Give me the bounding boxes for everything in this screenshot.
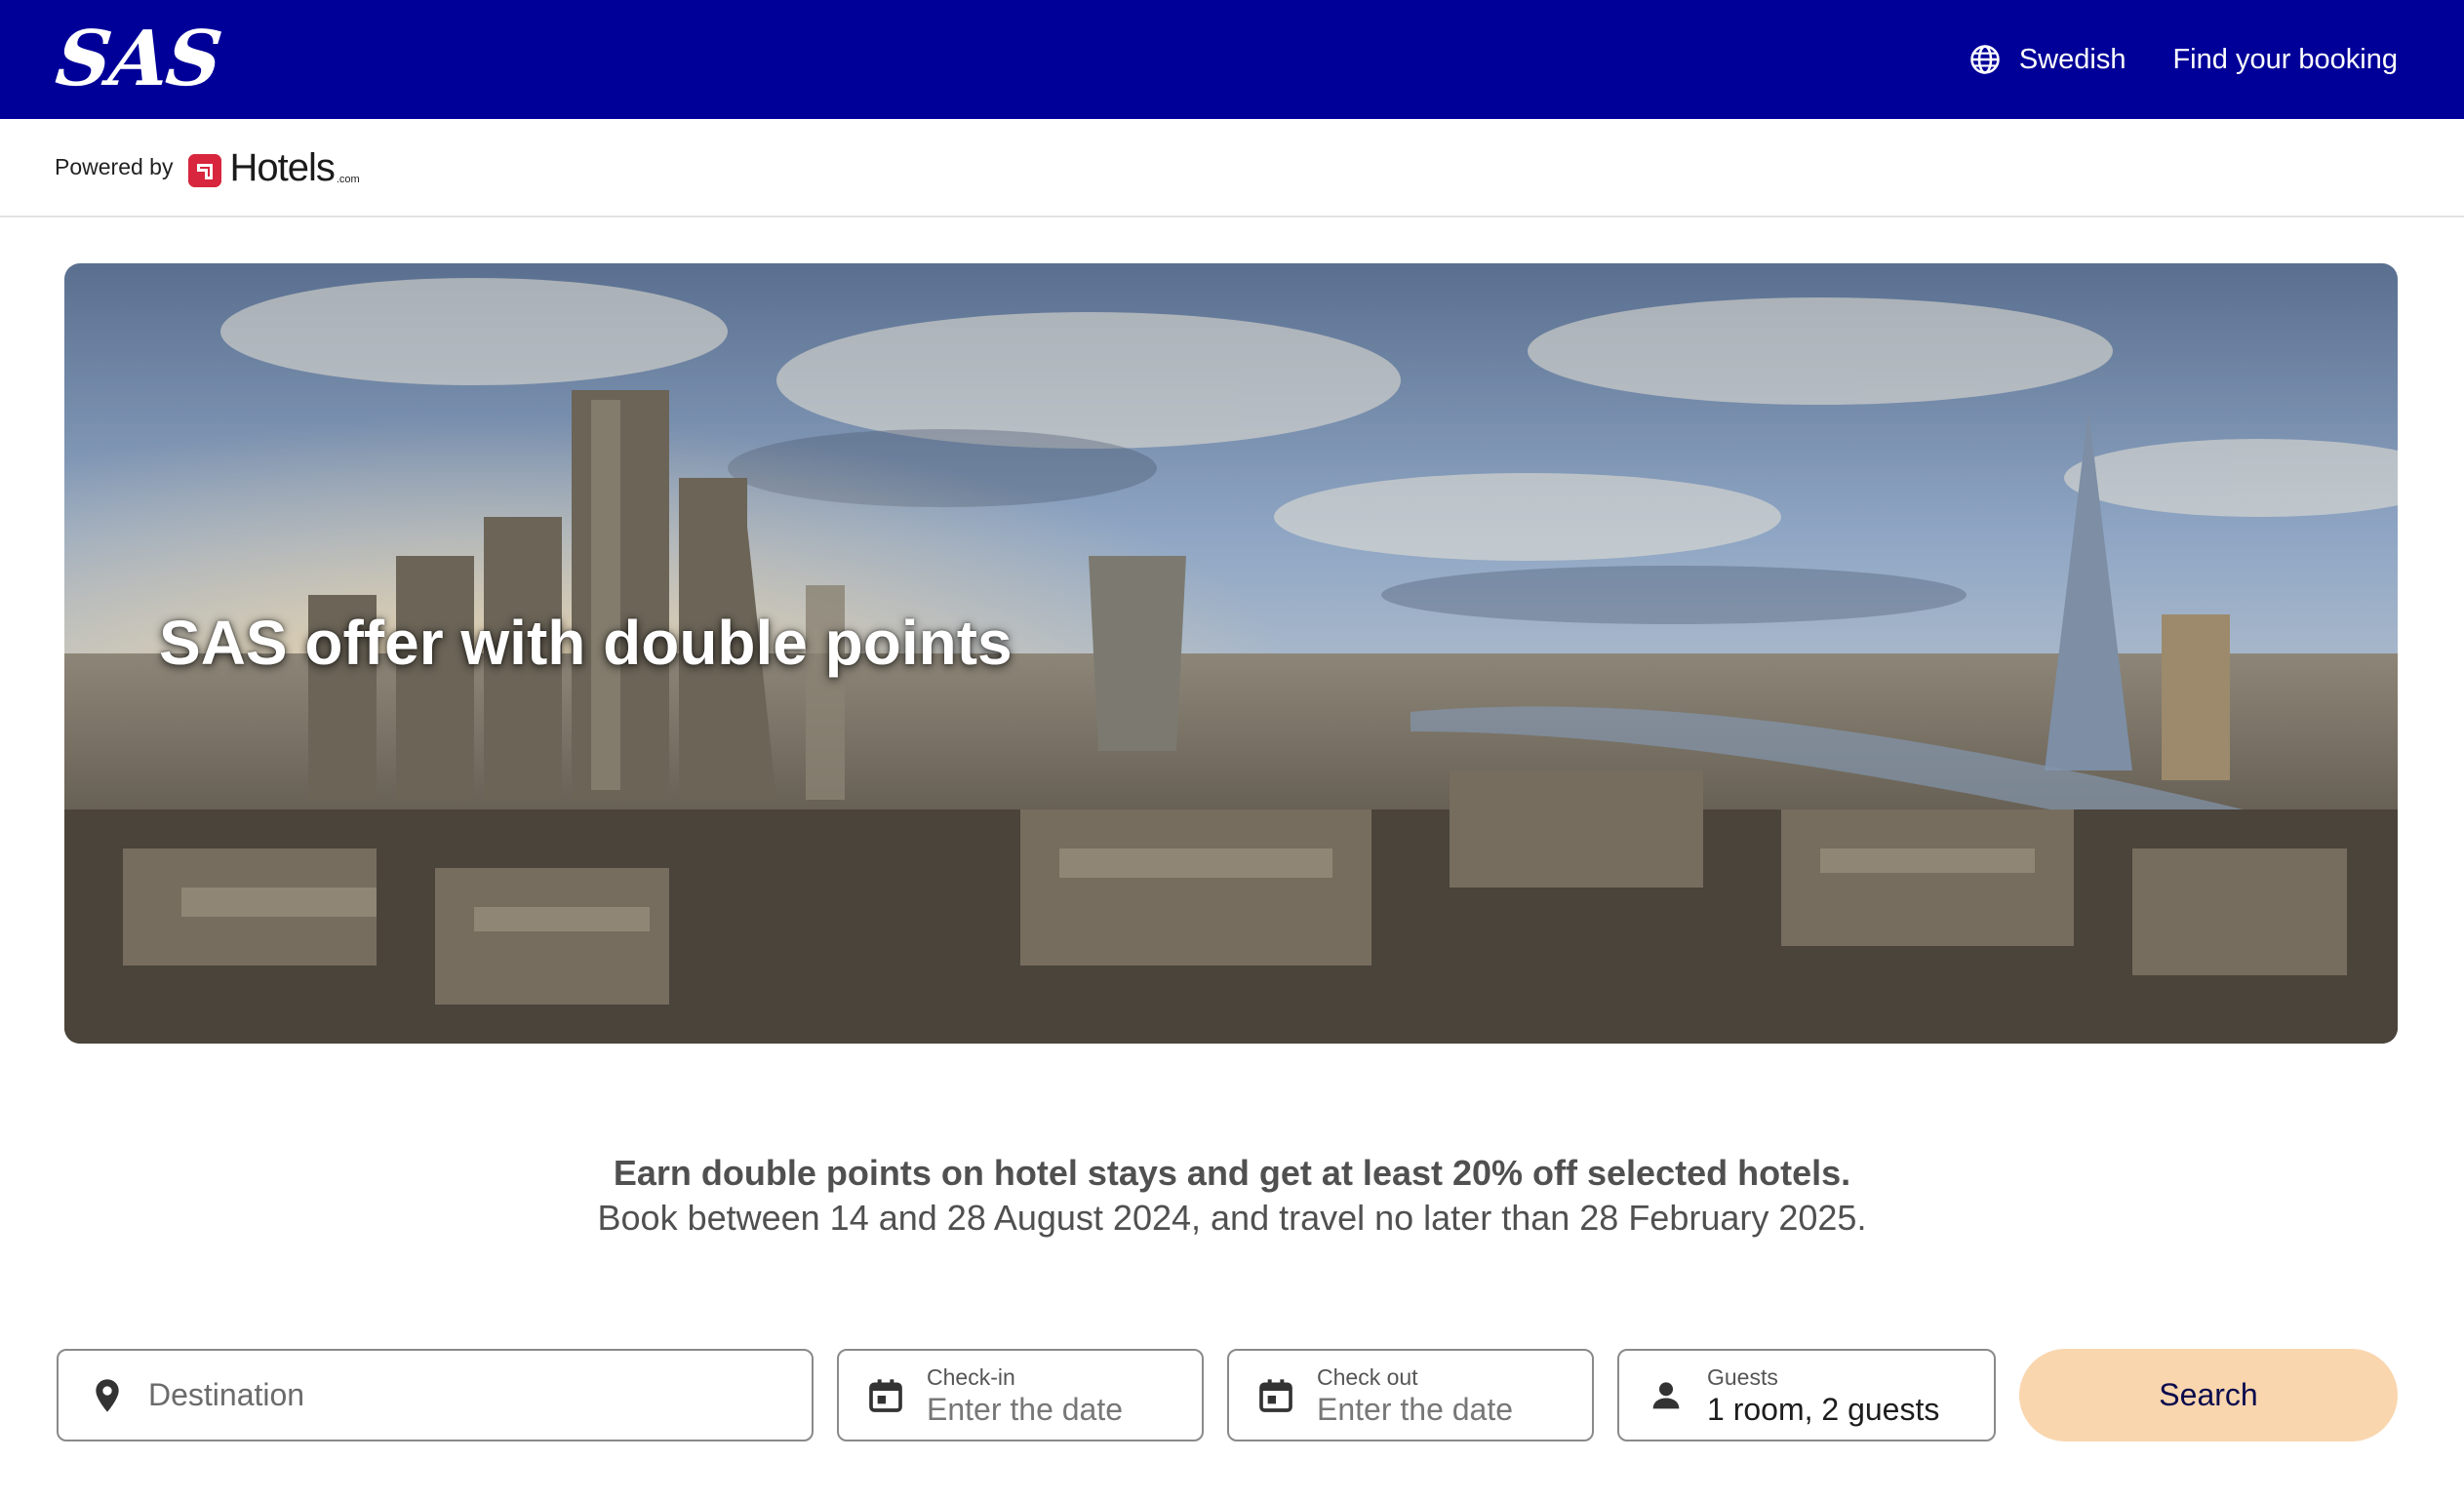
top-navigation-bar: SAS Swedish Find your booking	[0, 0, 2464, 119]
checkin-label: Check-in	[927, 1363, 1015, 1390]
guests-text: Guests 1 room, 2 guests	[1707, 1363, 1939, 1428]
sas-logo[interactable]: SAS	[52, 15, 224, 103]
promo-section: Earn double points on hotel stays and ge…	[0, 1151, 2464, 1241]
search-button[interactable]: Search	[2019, 1349, 2398, 1441]
hero-banner: SAS offer with double points	[64, 263, 2398, 1044]
calendar-icon	[869, 1378, 902, 1412]
checkout-input[interactable]: Enter the date	[1317, 1391, 1513, 1428]
checkout-label: Check out	[1317, 1363, 1418, 1390]
destination-input[interactable]: Destination	[148, 1377, 304, 1413]
calendar-icon	[1259, 1378, 1292, 1412]
promo-headline: Earn double points on hotel stays and ge…	[613, 1153, 1851, 1193]
location-pin-icon	[96, 1378, 119, 1412]
person-icon	[1652, 1381, 1680, 1408]
language-label: Swedish	[2018, 43, 2126, 75]
checkout-text: Check out Enter the date	[1317, 1363, 1513, 1428]
hotels-com-logo: Hotels .com	[188, 145, 360, 189]
language-selector[interactable]: Swedish	[1968, 43, 2126, 76]
guests-field[interactable]: Guests 1 room, 2 guests	[1617, 1349, 1996, 1441]
hero-title: SAS offer with double points	[159, 608, 1013, 678]
powered-by-label: Powered by	[55, 154, 174, 179]
promo-subtext: Book between 14 and 28 August 2024, and …	[597, 1198, 1867, 1238]
checkin-text: Check-in Enter the date	[927, 1363, 1123, 1428]
top-nav: Swedish Find your booking	[1968, 43, 2398, 76]
globe-icon	[1970, 45, 2000, 74]
find-booking-link[interactable]: Find your booking	[2172, 44, 2398, 76]
checkin-field[interactable]: Check-in Enter the date	[837, 1349, 1204, 1441]
checkin-input[interactable]: Enter the date	[927, 1391, 1123, 1428]
powered-by-bar: Powered by Hotels .com	[0, 119, 2464, 217]
checkout-field[interactable]: Check out Enter the date	[1227, 1349, 1594, 1441]
hotels-brand-suffix: .com	[336, 173, 360, 185]
hotels-brand-icon	[188, 153, 222, 187]
guests-value[interactable]: 1 room, 2 guests	[1707, 1391, 1939, 1428]
search-button-label: Search	[2159, 1377, 2258, 1412]
guests-label: Guests	[1707, 1363, 1778, 1390]
hotels-brand-name: Hotels	[229, 145, 335, 189]
destination-field[interactable]: Destination	[57, 1349, 814, 1441]
